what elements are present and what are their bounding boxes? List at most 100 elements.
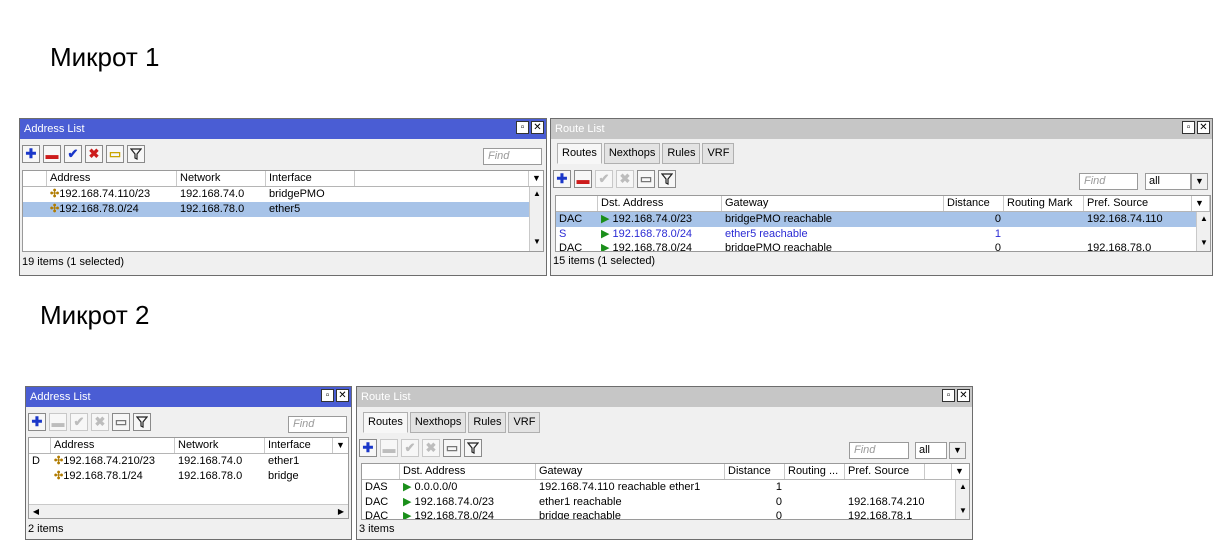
m2-route-title-bar[interactable]: Route List ▫ ✕ bbox=[357, 387, 972, 407]
table-row[interactable]: D ✣192.168.74.210/23 192.168.74.0 ether1 bbox=[29, 454, 348, 469]
table-row[interactable]: S ▶ 192.168.78.0/24 ether5 reachable 1 bbox=[556, 227, 1196, 242]
scroll-up-icon[interactable]: ▲ bbox=[956, 480, 969, 494]
m2-address-title-bar[interactable]: Address List ▫ ✕ bbox=[26, 387, 351, 407]
add-icon[interactable]: ✚ bbox=[553, 170, 571, 188]
horizontal-scrollbar[interactable]: ◀ ▶ bbox=[29, 504, 348, 518]
enable-check-icon[interactable]: ✔ bbox=[401, 439, 419, 457]
scroll-up-icon[interactable]: ▲ bbox=[530, 187, 543, 201]
tab-nexthops[interactable]: Nexthops bbox=[603, 143, 661, 164]
table-row[interactable]: DAS ▶ 0.0.0.0/0 192.168.74.110 reachable… bbox=[362, 480, 955, 495]
close-icon[interactable]: ✕ bbox=[531, 121, 544, 134]
column-menu-icon[interactable]: ▼ bbox=[529, 171, 543, 186]
comment-icon[interactable]: ▭ bbox=[637, 170, 655, 188]
comment-icon[interactable]: ▭ bbox=[106, 145, 124, 163]
disable-x-icon[interactable]: ✖ bbox=[91, 413, 109, 431]
column-header-dst-address[interactable]: Dst. Address bbox=[598, 196, 722, 211]
close-icon[interactable]: ✕ bbox=[957, 389, 970, 402]
table-row[interactable]: DAC ▶ 192.168.74.0/23 ether1 reachable 0… bbox=[362, 495, 955, 510]
m2-route-find-input[interactable]: Find bbox=[849, 442, 909, 459]
remove-icon[interactable]: ▬ bbox=[380, 439, 398, 457]
scroll-down-icon[interactable]: ▼ bbox=[1197, 236, 1210, 250]
column-header-pref-source[interactable]: Pref. Source bbox=[1084, 196, 1192, 211]
filter-icon[interactable] bbox=[127, 145, 145, 163]
column-header-pref-source[interactable]: Pref. Source bbox=[845, 464, 925, 479]
column-header-routing-mark[interactable]: Routing ... bbox=[785, 464, 845, 479]
m1-route-title-bar[interactable]: Route List ▫ ✕ bbox=[551, 119, 1212, 139]
maximize-icon[interactable]: ▫ bbox=[942, 389, 955, 402]
column-header-distance[interactable]: Distance bbox=[725, 464, 785, 479]
tab-rules[interactable]: Rules bbox=[468, 412, 507, 433]
table-row[interactable]: ✣192.168.78.1/24 192.168.78.0 bridge bbox=[29, 469, 348, 484]
dropdown-arrow-icon[interactable]: ▼ bbox=[949, 442, 966, 459]
column-header-interface[interactable]: Interface bbox=[265, 438, 333, 453]
close-icon[interactable]: ✕ bbox=[336, 389, 349, 402]
maximize-icon[interactable]: ▫ bbox=[321, 389, 334, 402]
column-header-routing-mark[interactable]: Routing Mark bbox=[1004, 196, 1084, 211]
enable-check-icon[interactable]: ✔ bbox=[595, 170, 613, 188]
column-header-address[interactable]: Address bbox=[47, 171, 177, 186]
scroll-right-icon[interactable]: ▶ bbox=[334, 505, 348, 518]
vertical-scrollbar[interactable]: ▲ ▼ bbox=[1196, 212, 1210, 251]
m1-route-find-input[interactable]: Find bbox=[1079, 173, 1138, 190]
column-header-dst-address[interactable]: Dst. Address bbox=[400, 464, 536, 479]
maximize-icon[interactable]: ▫ bbox=[1182, 121, 1195, 134]
tab-nexthops[interactable]: Nexthops bbox=[409, 412, 467, 433]
m1-address-title-bar[interactable]: Address List ▫ ✕ bbox=[20, 119, 546, 139]
tab-rules[interactable]: Rules bbox=[662, 143, 701, 164]
maximize-icon[interactable]: ▫ bbox=[516, 121, 529, 134]
column-header-interface[interactable]: Interface bbox=[266, 171, 355, 186]
tab-vrf[interactable]: VRF bbox=[702, 143, 735, 164]
route-active-icon: ▶ bbox=[403, 496, 412, 508]
scroll-down-icon[interactable]: ▼ bbox=[956, 504, 969, 518]
dropdown-arrow-icon[interactable]: ▼ bbox=[1191, 173, 1208, 190]
table-row[interactable]: ✣192.168.74.110/23 192.168.74.0 bridgePM… bbox=[23, 187, 530, 202]
vertical-scrollbar[interactable]: ▲ ▼ bbox=[955, 480, 969, 519]
m2-address-find-input[interactable]: Find bbox=[288, 416, 347, 433]
dst-cell: ▶ 0.0.0.0/0 bbox=[403, 481, 458, 493]
table-row[interactable]: DAC ▶ 192.168.78.0/24 bridge reachable 0… bbox=[362, 509, 955, 519]
filter-icon[interactable] bbox=[133, 413, 151, 431]
column-header-network[interactable]: Network bbox=[177, 171, 266, 186]
m1-address-find-input[interactable]: Find bbox=[483, 148, 542, 165]
scroll-down-icon[interactable]: ▼ bbox=[530, 235, 543, 249]
disable-x-icon[interactable]: ✖ bbox=[616, 170, 634, 188]
vertical-scrollbar[interactable]: ▲ ▼ bbox=[529, 187, 543, 251]
table-row-selected[interactable]: ✣192.168.78.0/24 192.168.78.0 ether5 bbox=[23, 202, 530, 217]
column-header-gateway[interactable]: Gateway bbox=[722, 196, 944, 211]
enable-check-icon[interactable]: ✔ bbox=[70, 413, 88, 431]
disable-x-icon[interactable]: ✖ bbox=[422, 439, 440, 457]
close-icon[interactable]: ✕ bbox=[1197, 121, 1210, 134]
tab-routes[interactable]: Routes bbox=[363, 412, 408, 433]
column-header-distance[interactable]: Distance bbox=[944, 196, 1004, 211]
column-header-network[interactable]: Network bbox=[175, 438, 265, 453]
add-icon[interactable]: ✚ bbox=[359, 439, 377, 457]
remove-icon[interactable]: ▬ bbox=[43, 145, 61, 163]
m2-route-title: Route List bbox=[361, 391, 411, 403]
scroll-up-icon[interactable]: ▲ bbox=[1197, 212, 1210, 226]
scroll-left-icon[interactable]: ◀ bbox=[29, 505, 43, 518]
column-menu-icon[interactable]: ▼ bbox=[952, 464, 969, 479]
remove-icon[interactable]: ▬ bbox=[49, 413, 67, 431]
gateway-cell: ether1 reachable bbox=[539, 496, 622, 508]
column-header-address[interactable]: Address bbox=[51, 438, 175, 453]
filter-icon[interactable] bbox=[464, 439, 482, 457]
remove-icon[interactable]: ▬ bbox=[574, 170, 592, 188]
m1-route-filter-select[interactable]: all bbox=[1145, 173, 1191, 190]
disable-x-icon[interactable]: ✖ bbox=[85, 145, 103, 163]
column-menu-icon[interactable]: ▼ bbox=[1192, 196, 1210, 211]
add-icon[interactable]: ✚ bbox=[28, 413, 46, 431]
m2-route-filter-select[interactable]: all bbox=[915, 442, 947, 459]
tab-vrf[interactable]: VRF bbox=[508, 412, 541, 433]
row-flag bbox=[23, 187, 47, 202]
table-row-selected[interactable]: DAC ▶ 192.168.74.0/23 bridgePMO reachabl… bbox=[556, 212, 1196, 227]
table-row[interactable]: DAC ▶ 192.168.78.0/24 bridgePMO reachabl… bbox=[556, 241, 1196, 251]
routing-mark-cell bbox=[785, 480, 845, 495]
tab-routes[interactable]: Routes bbox=[557, 143, 602, 164]
column-menu-icon[interactable]: ▼ bbox=[333, 438, 348, 453]
column-header-gateway[interactable]: Gateway bbox=[536, 464, 725, 479]
comment-icon[interactable]: ▭ bbox=[443, 439, 461, 457]
filter-icon[interactable] bbox=[658, 170, 676, 188]
enable-check-icon[interactable]: ✔ bbox=[64, 145, 82, 163]
comment-icon[interactable]: ▭ bbox=[112, 413, 130, 431]
add-icon[interactable]: ✚ bbox=[22, 145, 40, 163]
